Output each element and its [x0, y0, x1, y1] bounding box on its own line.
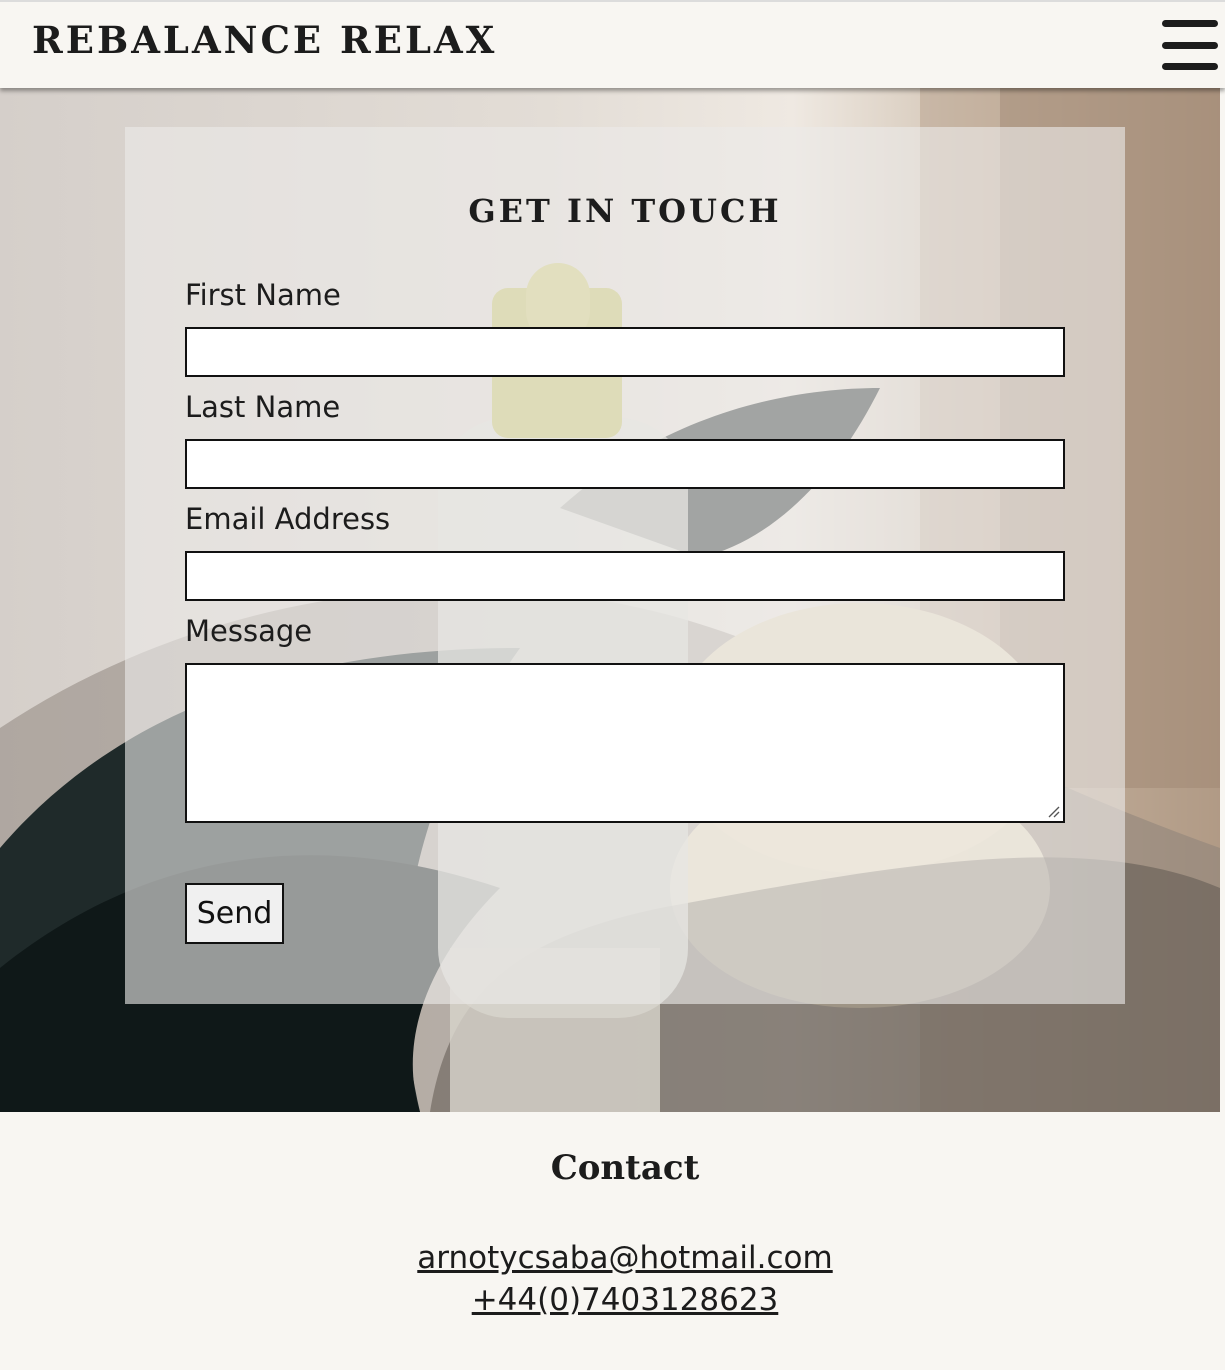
- site-header: REBALANCE RELAX: [0, 0, 1225, 88]
- hamburger-menu-icon[interactable]: [1160, 20, 1218, 72]
- first-name-label: First Name: [185, 278, 341, 312]
- last-name-input[interactable]: [185, 439, 1065, 489]
- form-title: GET IN TOUCH: [468, 192, 782, 230]
- email-address-label: Email Address: [185, 502, 391, 536]
- contact-phone-link[interactable]: +44(0)7403128623: [472, 1282, 779, 1318]
- contact-email-link[interactable]: arnotycsaba@hotmail.com: [417, 1240, 832, 1276]
- send-button[interactable]: Send: [185, 883, 284, 944]
- first-name-input[interactable]: [185, 327, 1065, 377]
- message-textarea[interactable]: [185, 663, 1065, 823]
- resize-grip-icon[interactable]: [1046, 804, 1060, 818]
- brand-logo-text[interactable]: REBALANCE RELAX: [32, 18, 497, 62]
- contact-heading: Contact: [550, 1148, 700, 1188]
- message-label: Message: [185, 614, 313, 648]
- email-address-input[interactable]: [185, 551, 1065, 601]
- contact-email-link-row: arnotycsaba@hotmail.com: [0, 1240, 1225, 1276]
- contact-phone-link-row: +44(0)7403128623: [0, 1282, 1225, 1318]
- last-name-label: Last Name: [185, 390, 341, 424]
